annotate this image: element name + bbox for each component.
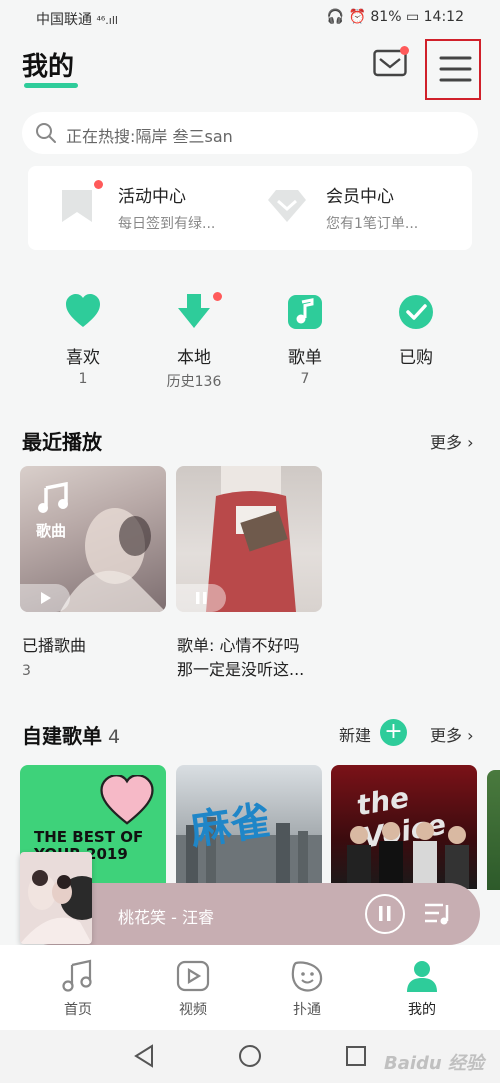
- activity-badge-dot: [94, 180, 103, 189]
- local-badge-dot: [213, 292, 222, 301]
- now-playing-cover[interactable]: [20, 852, 92, 944]
- title-underline: [24, 83, 78, 88]
- recent-playlist-title-line2: 那一定是没听这...: [177, 660, 305, 679]
- search-icon: [34, 121, 58, 149]
- activity-subtitle: 每日签到有绿...: [118, 216, 216, 232]
- quick-playlist[interactable]: 歌单 7: [250, 294, 360, 394]
- playlists-title: 自建歌单 4: [22, 720, 120, 749]
- quick-local[interactable]: 本地 历史136: [139, 292, 249, 394]
- back-icon[interactable]: [132, 1044, 156, 1072]
- bookmark-icon: [60, 188, 94, 228]
- music-note-icon: [61, 959, 95, 997]
- cover-art: [20, 852, 92, 944]
- page-title: 我的: [22, 52, 75, 82]
- heart-icon: [65, 294, 101, 330]
- person-icon: [405, 959, 439, 997]
- playlist-cover-4-partial[interactable]: [487, 770, 500, 890]
- playlist-icon: [287, 294, 323, 330]
- tab-mine-label: 我的: [408, 1002, 436, 1018]
- playlists-more-link[interactable]: 更多 ›: [430, 722, 474, 746]
- plus-icon[interactable]: +: [380, 719, 407, 746]
- activity-title: 活动中心: [118, 187, 186, 207]
- quick-purchased[interactable]: 已购: [361, 294, 471, 394]
- recent-item-count: 3: [22, 663, 31, 679]
- recent-title: 最近播放: [22, 430, 102, 454]
- quick-playlist-label: 歌单: [288, 348, 322, 368]
- check-icon: [398, 294, 434, 330]
- promo-card: 活动中心 每日签到有绿... 会员中心 您有1笔订单...: [28, 166, 472, 250]
- system-nav-bar: Baidu 经验: [0, 1030, 500, 1083]
- judges-art: [347, 822, 469, 889]
- quick-local-count: 历史136: [166, 374, 222, 390]
- heart-icon: [100, 774, 154, 829]
- now-playing-title: 桃花笑 - 汪睿: [118, 908, 214, 927]
- playlists-title-text: 自建歌单: [22, 724, 102, 748]
- member-title: 会员中心: [326, 187, 394, 207]
- status-right: 🎧 ⏰ 81% ▭ 14:12: [326, 9, 464, 25]
- diamond-icon: [266, 188, 308, 228]
- new-playlist-label[interactable]: 新建: [339, 722, 371, 746]
- video-icon: [176, 959, 210, 997]
- download-icon: [176, 294, 212, 330]
- recent-item-title: 已播歌曲: [22, 636, 87, 655]
- chevron-right-icon: ›: [467, 433, 474, 452]
- home-icon[interactable]: [238, 1044, 262, 1072]
- quick-like-label: 喜欢: [66, 348, 100, 368]
- signal-icon: ⁴⁶.ıll: [96, 14, 118, 27]
- tab-video-label: 视频: [179, 1002, 207, 1018]
- status-bar: 中国联通 ⁴⁶.ıll 🎧 ⏰ 81% ▭ 14:12: [0, 0, 500, 36]
- mail-badge-dot: [400, 46, 409, 55]
- tab-video[interactable]: 视频: [143, 945, 243, 1030]
- battery-percent: 81%: [370, 9, 402, 25]
- recent-more-label: 更多: [430, 433, 463, 452]
- member-center[interactable]: 会员中心 您有1笔订单...: [236, 166, 456, 250]
- header: 我的: [0, 36, 500, 106]
- pause-icon[interactable]: [176, 584, 226, 612]
- search-bar[interactable]: 正在热搜:隔岸 叁三san: [22, 112, 478, 154]
- clock: 14:12: [423, 9, 464, 25]
- playlists-more-label: 更多: [430, 726, 463, 745]
- recent-cover-songs[interactable]: 歌曲: [20, 466, 166, 612]
- tab-putong-label: 扑通: [293, 1002, 321, 1018]
- carrier-text: 中国联通: [36, 12, 92, 28]
- music-note-icon: [36, 481, 70, 518]
- activity-center[interactable]: 活动中心 每日签到有绿...: [28, 166, 248, 250]
- tab-home[interactable]: 首页: [28, 945, 128, 1030]
- cover-label: 歌曲: [36, 522, 67, 540]
- tab-home-label: 首页: [64, 1002, 92, 1018]
- chevron-right-icon: ›: [467, 726, 474, 745]
- tab-bar: 首页 视频 扑通 我的: [0, 945, 500, 1030]
- recent-more-link[interactable]: 更多 ›: [430, 429, 474, 453]
- menu-icon[interactable]: [425, 39, 481, 100]
- cover2-text: 麻雀: [187, 796, 274, 855]
- pause-button[interactable]: [365, 894, 405, 934]
- tab-mine[interactable]: 我的: [372, 945, 472, 1030]
- recents-icon[interactable]: [345, 1045, 367, 1071]
- search-placeholder: 正在热搜:隔岸 叁三san: [66, 127, 233, 146]
- smile-icon: [290, 959, 324, 997]
- playlist-cover-3[interactable]: the Voice: [331, 765, 477, 889]
- playlist-queue-icon[interactable]: [423, 901, 453, 931]
- quick-purchased-label: 已购: [399, 348, 433, 368]
- member-subtitle: 您有1笔订单...: [326, 216, 419, 232]
- quick-playlist-count: 7: [300, 371, 310, 387]
- quick-like-count: 1: [78, 371, 88, 387]
- quick-like[interactable]: 喜欢 1: [28, 294, 138, 394]
- playlists-count: 4: [108, 726, 121, 748]
- carrier-label: 中国联通 ⁴⁶.ıll: [36, 9, 118, 29]
- watermark-logo: Baidu 经验: [383, 1053, 484, 1074]
- play-icon[interactable]: [20, 584, 70, 612]
- recent-cover-playlist[interactable]: [176, 466, 322, 612]
- playlist-cover-2[interactable]: 麻雀: [176, 765, 322, 889]
- quick-local-label: 本地: [177, 348, 211, 368]
- recent-playlist-title-line1: 歌单: 心情不好吗: [177, 636, 300, 655]
- tab-putong[interactable]: 扑通: [257, 945, 357, 1030]
